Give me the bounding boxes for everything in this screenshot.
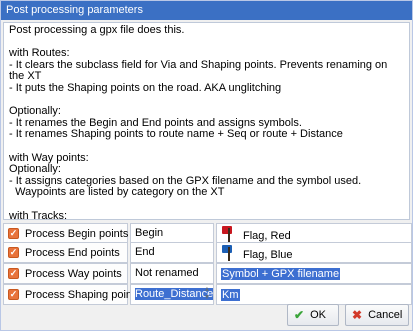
shaping-unit-select[interactable]: Km <box>216 284 412 305</box>
cancel-label: Cancel <box>368 309 403 321</box>
description-paragraph: with Way points: Optionally: - It assign… <box>9 151 362 199</box>
begin-name-input[interactable]: Begin <box>130 223 214 244</box>
process-shaping-checkbox[interactable]: ✓ Process Shaping points <box>3 284 141 305</box>
checkmark-icon: ✔ <box>294 308 305 322</box>
way-category-select[interactable]: Symbol + GPX filename <box>216 263 412 284</box>
checkbox-checked-icon[interactable]: ✓ <box>8 247 19 258</box>
ok-button[interactable]: ✔ OK <box>287 304 339 326</box>
checkbox-checked-icon[interactable]: ✓ <box>8 228 19 239</box>
description-paragraph: with Routes: - It clears the subclass fi… <box>9 47 388 94</box>
begin-symbol-label: Flag, Red <box>243 229 291 242</box>
description-paragraph: Optionally: - It renames the Begin and E… <box>9 105 343 141</box>
ok-label: OK <box>310 309 326 321</box>
end-symbol-label: Flag, Blue <box>243 248 293 261</box>
process-begin-label: Process Begin points <box>25 227 129 240</box>
window-title: Post processing parameters <box>1 1 412 20</box>
checkbox-checked-icon[interactable]: ✓ <box>8 268 19 279</box>
begin-symbol-select[interactable]: Flag, Red <box>216 223 412 244</box>
dialog-buttons: ✔ OK ✖ Cancel <box>287 304 409 326</box>
end-symbol-select[interactable]: Flag, Blue <box>216 242 412 263</box>
process-shaping-label: Process Shaping points <box>25 288 141 301</box>
shaping-points-row: ✓ Process Shaping points Route_Distance … <box>3 284 412 305</box>
close-icon: ✖ <box>352 308 363 322</box>
way-name-input[interactable]: Not renamed <box>130 263 214 284</box>
process-way-label: Process Way points <box>25 267 122 280</box>
end-name-input[interactable]: End <box>130 242 214 263</box>
process-begin-checkbox[interactable]: ✓ Process Begin points <box>3 223 128 244</box>
process-end-checkbox[interactable]: ✓ Process End points <box>3 242 128 263</box>
shaping-unit-value: Km <box>221 288 240 301</box>
description-paragraph: Post processing a gpx file does this. <box>9 24 185 36</box>
flag-red-icon <box>221 225 239 242</box>
spin-arrows-icon[interactable]: ▲ ▼ <box>202 286 212 303</box>
cancel-button[interactable]: ✖ Cancel <box>345 304 409 326</box>
description-textbox[interactable]: Post processing a gpx file does this. wi… <box>3 22 410 220</box>
process-way-checkbox[interactable]: ✓ Process Way points <box>3 263 128 284</box>
end-points-row: ✓ Process End points End Flag, Blue <box>3 242 412 263</box>
flag-blue-icon <box>221 244 239 261</box>
checkbox-checked-icon[interactable]: ✓ <box>8 289 19 300</box>
description-paragraph: with Tracks: - It leaves them untouched.… <box>9 209 68 220</box>
way-points-row: ✓ Process Way points Not renamed Symbol … <box>3 263 412 284</box>
post-processing-dialog: Post processing parameters Post processi… <box>0 0 413 331</box>
process-end-label: Process End points <box>25 246 120 259</box>
way-category-option: Symbol + GPX filename <box>221 267 341 280</box>
begin-points-row: ✓ Process Begin points Begin Flag, Red <box>3 223 412 244</box>
